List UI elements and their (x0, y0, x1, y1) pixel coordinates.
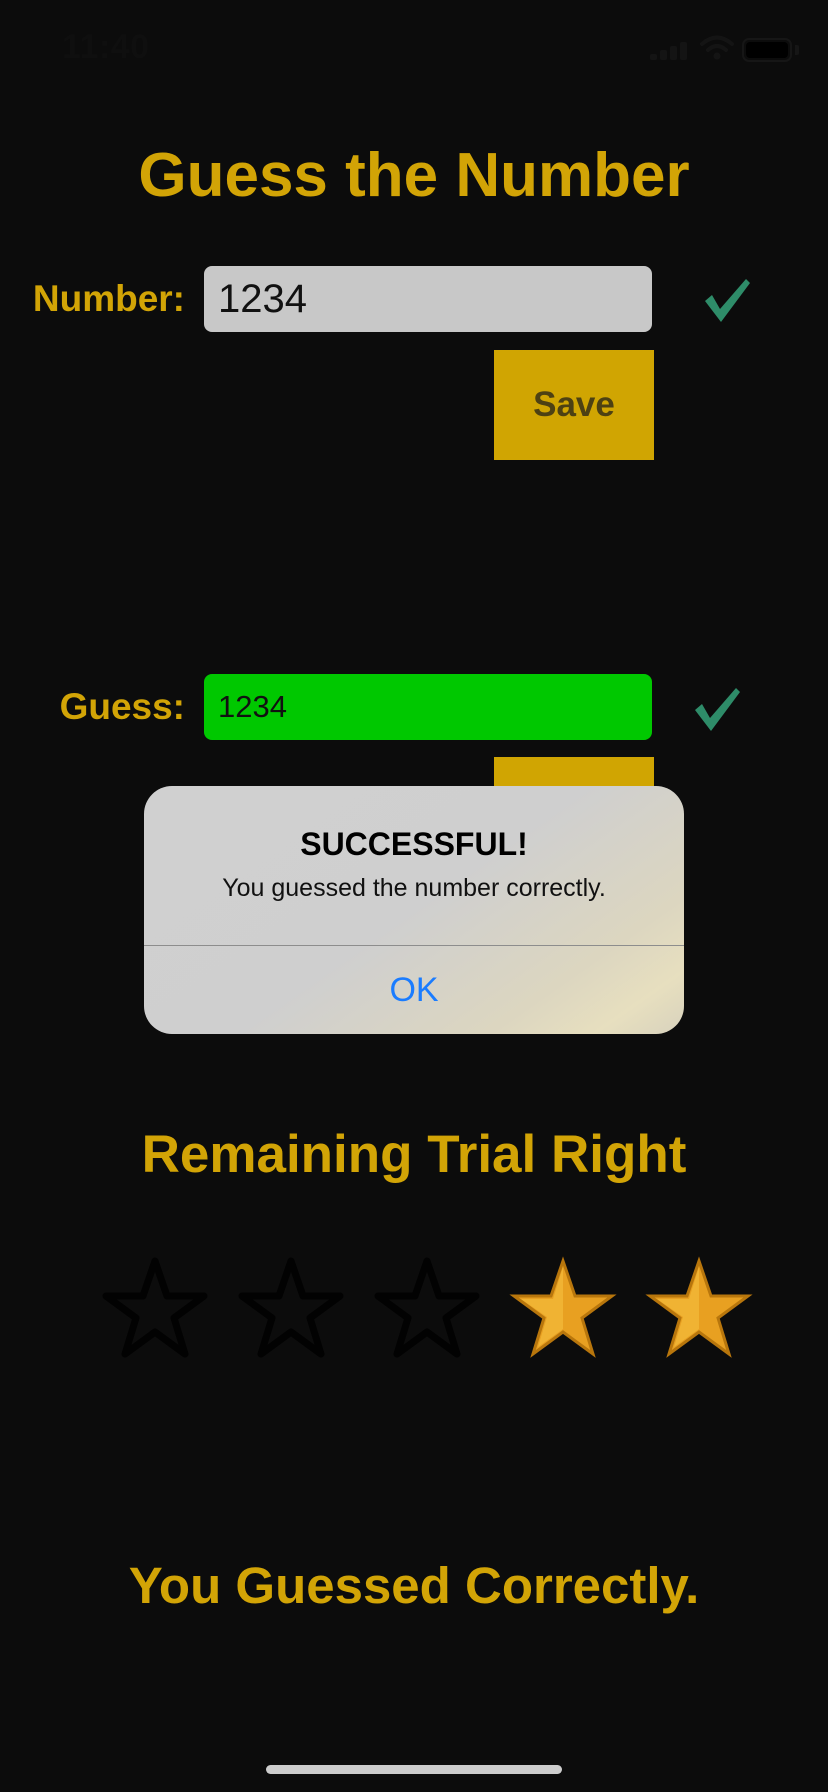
alert-ok-button[interactable]: OK (144, 946, 684, 1034)
checkmark-icon (705, 279, 750, 322)
battery-cap (795, 45, 799, 55)
save-button[interactable]: Save (494, 350, 654, 460)
status-time: 11:40 (62, 28, 150, 66)
star-empty-icon (102, 1257, 208, 1358)
alert-title: SUCCESSFUL! (300, 826, 528, 862)
number-label: Number: (32, 278, 185, 319)
remaining-trials-title: Remaining Trial Right (141, 1125, 687, 1184)
wifi-icon (700, 35, 734, 60)
checkmark-icon (695, 688, 740, 731)
home-indicator[interactable] (266, 1765, 562, 1774)
star-empty-icon (238, 1257, 344, 1358)
page-title: Guess the Number (138, 141, 690, 210)
guess-input[interactable]: 1234 (204, 674, 652, 740)
star-filled-icon (509, 1256, 617, 1358)
signal-icon (650, 38, 694, 60)
result-message: You Guessed Correctly. (128, 1557, 700, 1614)
star-empty-icon (374, 1257, 480, 1358)
guess-label: Guess: (59, 686, 185, 727)
star-filled-icon (645, 1256, 753, 1358)
alert-message: You guessed the number correctly. (222, 874, 606, 902)
battery-icon (742, 38, 792, 62)
success-alert: SUCCESSFUL! You guessed the number corre… (144, 786, 684, 1034)
number-input[interactable]: 1234 (204, 266, 652, 332)
